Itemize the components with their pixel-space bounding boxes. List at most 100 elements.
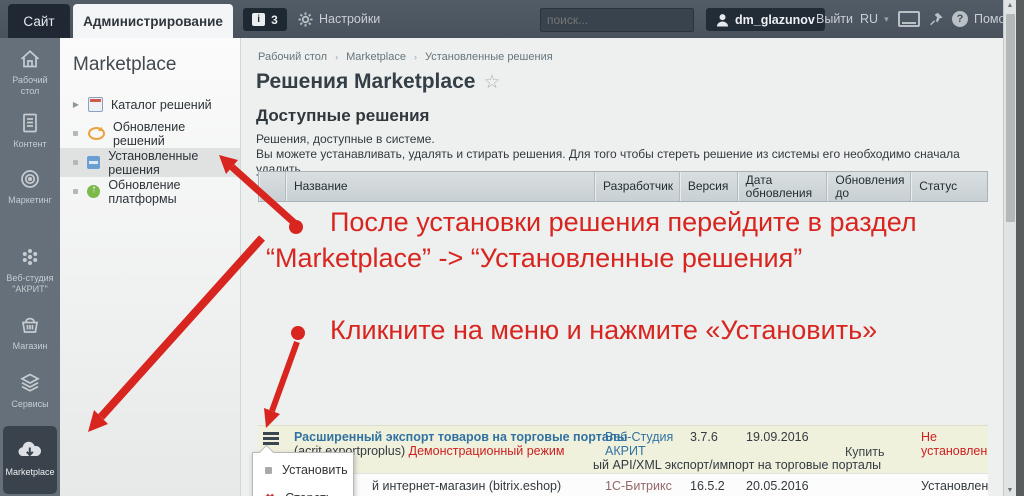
content-icon — [0, 110, 60, 136]
triangle-marker-icon: ▶ — [72, 100, 80, 109]
update-date-value: 19.09.2016 — [746, 430, 809, 444]
scrollbar-thumb[interactable] — [1005, 14, 1015, 222]
table-row[interactable]: Расширенный экспорт товаров на торговые … — [258, 425, 988, 473]
status-badge: Установлен — [921, 479, 989, 493]
user-button[interactable]: dm_glazunov — [706, 8, 825, 31]
rail-label: Веб-студия "АКРИТ" — [6, 273, 54, 294]
rail-label: Marketplace — [5, 467, 55, 477]
window-edge — [1016, 0, 1024, 496]
status-line: установлен — [921, 444, 988, 458]
menu-item-platform-update[interactable]: Обновление платформы — [60, 177, 240, 206]
platform-update-icon — [87, 184, 101, 198]
menu-item-installed-solutions[interactable]: Установленные решения — [60, 148, 240, 177]
version-value: 3.7.6 — [690, 430, 718, 444]
language-selector[interactable]: RU ▾ — [860, 0, 889, 38]
demo-mode-label: Демонстрационный режим — [408, 444, 565, 458]
bitrix-admin-window: Сайт Администрирование i 3 Настройки пои… — [0, 0, 1024, 496]
col-name[interactable]: Название — [286, 172, 596, 201]
settings-button[interactable]: Настройки — [298, 0, 380, 38]
table-header: Название Разработчик Версия Дата обновле… — [258, 171, 988, 202]
basket-icon — [0, 312, 60, 338]
square-marker-icon — [72, 189, 79, 194]
breadcrumb-separator: › — [413, 52, 417, 62]
annotation-note2: Кликните на меню и нажмите «Установить» — [330, 315, 878, 345]
menu-item-label: Обновление решений — [112, 119, 186, 148]
breadcrumb-marketplace[interactable]: Marketplace — [346, 51, 406, 63]
search-input[interactable] — [541, 13, 708, 27]
logout-button[interactable]: Выйти — [816, 0, 853, 38]
col-developer[interactable]: Разработчик — [595, 172, 680, 201]
logout-label: Выйти — [816, 12, 854, 26]
status-badge: Не установлен — [921, 430, 987, 458]
settings-label: Настройки — [319, 12, 381, 26]
marketplace-menu: Marketplace ▶ Каталог решений Обновление… — [60, 38, 241, 496]
table-row[interactable]: й интернет-магазин (bitrix.eshop) 1С-Бит… — [258, 473, 988, 496]
solution-updates-icon — [87, 127, 105, 140]
solution-name-link[interactable]: Расширенный экспорт товаров на торговые … — [294, 430, 627, 444]
top-bar: Сайт Администрирование i 3 Настройки пои… — [0, 0, 1022, 38]
info-icon: i — [252, 13, 266, 26]
hotkeys-button[interactable] — [898, 0, 920, 38]
page-title: Решения Marketplace — [256, 70, 476, 93]
developer-line: Веб-Студия — [605, 430, 674, 444]
tab-site[interactable]: Сайт — [8, 4, 70, 38]
developer-line: АКРИТ — [605, 444, 646, 458]
layers-icon — [0, 370, 60, 396]
col-status[interactable]: Статус — [911, 172, 987, 201]
menu-item-label: Каталог решений — [111, 97, 212, 112]
notifications-count: 3 — [271, 12, 278, 27]
rail-item-akrit[interactable]: Веб-студия "АКРИТ" — [0, 244, 60, 294]
favorite-star-icon[interactable]: ☆ — [483, 71, 500, 94]
rail-label: Рабочий стол — [12, 75, 48, 96]
breadcrumb: Рабочий стол › Marketplace › Установленн… — [258, 51, 553, 63]
rail-item-services[interactable]: Сервисы — [0, 370, 60, 410]
buy-link[interactable]: Купить — [845, 445, 885, 459]
section-title: Доступные решения — [256, 106, 430, 125]
rail-item-marketing[interactable]: Маркетинг — [0, 166, 60, 206]
developer-link[interactable]: 1С-Битрикс — [605, 479, 672, 493]
menu-item-catalog[interactable]: ▶ Каталог решений — [60, 90, 240, 119]
context-menu-erase[interactable]: ✖ Стереть — [253, 487, 353, 496]
breadcrumb-desktop[interactable]: Рабочий стол — [258, 51, 327, 63]
square-marker-icon — [72, 131, 80, 136]
square-marker-icon — [72, 160, 79, 165]
version-value: 16.5.2 — [690, 479, 725, 493]
search-box[interactable] — [540, 8, 719, 32]
developer-link[interactable]: Веб-Студия АКРИТ — [605, 430, 673, 458]
annotation-note1-line1: После установки решения перейдите в разд… — [330, 207, 917, 237]
installed-solutions-icon — [87, 156, 101, 169]
solution-description: ый API/XML экспорт/импорт на торговые по… — [593, 458, 882, 472]
tab-administration[interactable]: Администрирование — [73, 4, 233, 38]
gear-icon — [298, 11, 313, 27]
menu-item-label: Установленные решения — [108, 148, 199, 177]
context-menu-label: Стереть — [285, 491, 332, 496]
menu-title: Marketplace — [73, 54, 177, 75]
col-menu — [259, 172, 286, 201]
menu-item-solution-updates[interactable]: Обновление решений — [60, 119, 240, 148]
marketing-icon — [0, 166, 60, 192]
scroll-down-icon[interactable]: ▼ — [1004, 487, 1016, 494]
context-menu-install[interactable]: Установить — [253, 459, 353, 481]
row-menu-icon[interactable] — [263, 432, 279, 445]
left-rail: Рабочий стол Контент Маркетинг Веб-студи… — [0, 38, 60, 496]
col-updates-to[interactable]: Обновления до — [827, 172, 912, 201]
annotation-note1-line2: “Marketplace” -> “Установленные решения” — [266, 243, 803, 273]
col-version[interactable]: Версия — [680, 172, 738, 201]
rail-item-marketplace[interactable]: Marketplace — [3, 426, 57, 494]
erase-icon: ✖ — [265, 492, 275, 496]
scroll-up-icon[interactable]: ▲ — [1004, 2, 1016, 9]
rail-label: Сервисы — [11, 399, 49, 409]
marketplace-cloud-icon — [3, 438, 57, 464]
rail-item-content[interactable]: Контент — [0, 110, 60, 150]
akrit-icon — [0, 244, 60, 270]
notifications-button[interactable]: i 3 — [243, 8, 287, 31]
col-update-date[interactable]: Дата обновления — [738, 172, 828, 201]
solution-name[interactable]: й интернет-магазин (bitrix.eshop) — [372, 479, 561, 493]
rail-item-shop[interactable]: Магазин — [0, 312, 60, 352]
pin-icon — [930, 12, 943, 26]
rail-item-desktop[interactable]: Рабочий стол — [0, 46, 60, 96]
context-menu-label: Установить — [282, 463, 348, 477]
update-date-value: 20.05.2016 — [746, 479, 809, 493]
vertical-scrollbar[interactable]: ▲ ▼ — [1003, 0, 1016, 496]
pin-button[interactable] — [928, 0, 944, 38]
